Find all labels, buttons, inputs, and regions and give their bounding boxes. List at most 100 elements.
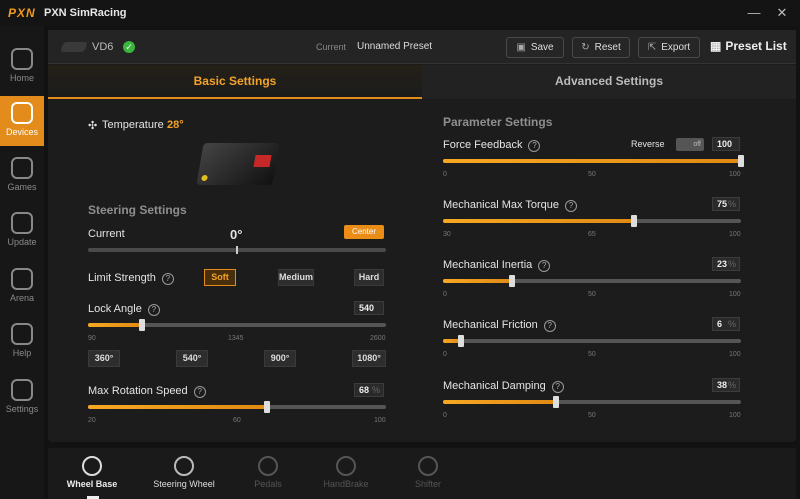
- reset-button[interactable]: ↻ Reset: [572, 37, 630, 58]
- connected-check-icon: ✓: [123, 41, 135, 53]
- max-rotation-speed-label: Max Rotation Speed?: [88, 385, 206, 398]
- tick-max: 100: [729, 351, 741, 358]
- help-icon[interactable]: ?: [528, 140, 541, 152]
- reverse-toggle[interactable]: off: [676, 138, 704, 151]
- param-slider[interactable]: [443, 215, 741, 227]
- lock-angle-label: Lock Angle?: [88, 303, 160, 316]
- close-button[interactable]: ✕: [772, 3, 792, 23]
- sidebar-item-label: Devices: [5, 127, 38, 137]
- sidebar-item-label: Update: [7, 237, 37, 247]
- sidebar-item-games[interactable]: Games: [0, 151, 44, 201]
- save-button[interactable]: ▣ Save: [506, 37, 564, 58]
- max-rotation-speed-slider[interactable]: [88, 401, 386, 413]
- export-icon: ⇱: [647, 42, 657, 53]
- param-slider[interactable]: [443, 396, 741, 408]
- slider-handle[interactable]: [738, 155, 744, 167]
- tick-mid: 60: [233, 417, 241, 424]
- tab-advanced-settings[interactable]: Advanced Settings: [422, 65, 796, 99]
- param-label: Mechanical Inertia?: [443, 259, 551, 272]
- tick-max: 100: [729, 171, 741, 178]
- temperature-icon: ✣: [88, 120, 98, 132]
- help-icon[interactable]: ?: [161, 273, 174, 285]
- temperature-value: 28°: [167, 119, 184, 131]
- slider-handle[interactable]: [138, 319, 145, 331]
- lock-900-button[interactable]: 900°: [264, 350, 296, 367]
- param-value[interactable]: 6%: [712, 317, 740, 331]
- device-toolbar: VD6 ✓ Current Unnamed Preset ▣ Save ↻ Rese…: [48, 30, 796, 64]
- slider-handle[interactable]: [457, 335, 464, 347]
- help-icon[interactable]: ?: [543, 320, 556, 332]
- help-icon[interactable]: ?: [564, 200, 577, 212]
- param-value[interactable]: 100: [712, 137, 740, 151]
- parameter-settings-title: Parameter Settings: [443, 115, 553, 129]
- param-value[interactable]: 75%: [712, 197, 740, 211]
- limit-hard-button[interactable]: Hard: [354, 269, 384, 286]
- param-slider[interactable]: [443, 335, 741, 347]
- slider-handle[interactable]: [508, 275, 515, 287]
- sidebar-item-label: Settings: [5, 404, 39, 414]
- pedals-icon: [258, 456, 278, 476]
- max-rotation-speed-value[interactable]: 68%: [354, 383, 384, 397]
- lock-angle-value[interactable]: 540: [354, 301, 384, 315]
- help-icon[interactable]: ?: [147, 304, 160, 316]
- lock-angle-slider[interactable]: [88, 319, 386, 331]
- tab-steering-wheel[interactable]: Steering Wheel: [144, 448, 224, 499]
- slider-handle[interactable]: [630, 215, 637, 227]
- sidebar-item-update[interactable]: Update: [0, 206, 44, 256]
- param-label: Mechanical Max Torque?: [443, 199, 577, 212]
- param-slider[interactable]: [443, 155, 744, 167]
- lock-540-button[interactable]: 540°: [176, 350, 208, 367]
- lock-360-button[interactable]: 360°: [88, 350, 120, 367]
- grid-icon: ▦: [710, 39, 722, 53]
- wheel-base-image: [196, 143, 280, 185]
- tab-pedals[interactable]: Pedals: [228, 448, 308, 499]
- limit-medium-button[interactable]: Medium: [278, 269, 314, 286]
- slider-fill: [443, 279, 512, 283]
- tick-max: 100: [729, 231, 741, 238]
- sidebar-item-home[interactable]: Home: [0, 42, 44, 92]
- slider-handle[interactable]: [553, 396, 560, 408]
- sidebar-item-devices[interactable]: Devices: [0, 96, 44, 146]
- param-label: Mechanical Friction?: [443, 319, 556, 332]
- app-title: PXN SimRacing: [44, 7, 127, 19]
- tick-mid: 1345: [228, 335, 244, 342]
- help-icon[interactable]: ?: [538, 260, 551, 272]
- gamepad-icon: [11, 157, 33, 179]
- tab-wheel-base[interactable]: Wheel Base: [52, 448, 132, 499]
- param-value[interactable]: 38%: [712, 378, 740, 392]
- tick-max: 100: [374, 417, 386, 424]
- tick-min: 0: [443, 351, 447, 358]
- sidebar-item-help[interactable]: Help: [0, 317, 44, 367]
- pxn-logo: PXN: [8, 6, 36, 20]
- home-icon: [11, 48, 33, 70]
- lock-1080-button[interactable]: 1080°: [352, 350, 386, 367]
- export-button[interactable]: ⇱ Export: [638, 37, 700, 58]
- steering-settings-title: Steering Settings: [88, 203, 187, 217]
- help-icon: [11, 323, 33, 345]
- wheel-base-icon: [60, 42, 88, 52]
- settings-tabs: Basic Settings Advanced Settings: [48, 65, 796, 99]
- sidebar: Home Devices Games Update Arena Help Set…: [0, 26, 44, 499]
- sidebar-item-settings[interactable]: Settings: [0, 373, 44, 423]
- param-value[interactable]: 23%: [712, 257, 740, 271]
- preset-list-button[interactable]: ▦ Preset List: [710, 39, 787, 53]
- tick-min: 30: [443, 231, 451, 238]
- basic-settings-panel: ✣ Temperature 28° Steering Settings Curr…: [48, 99, 422, 442]
- slider-fill: [88, 405, 267, 409]
- tick-min: 0: [443, 171, 447, 178]
- help-icon[interactable]: ?: [551, 381, 564, 393]
- sidebar-item-arena[interactable]: Arena: [0, 262, 44, 312]
- sidebar-item-label: Home: [9, 73, 34, 83]
- title-bar: PXN PXN SimRacing — ✕: [0, 0, 800, 26]
- slider-handle[interactable]: [263, 401, 270, 413]
- tab-shifter[interactable]: Shifter: [388, 448, 468, 499]
- minimize-button[interactable]: —: [744, 3, 764, 23]
- gear-icon: [11, 379, 33, 401]
- tab-handbrake[interactable]: HandBrake: [306, 448, 386, 499]
- reverse-label: Reverse: [631, 139, 665, 149]
- help-icon[interactable]: ?: [193, 386, 206, 398]
- center-button[interactable]: Center: [344, 225, 384, 239]
- limit-soft-button[interactable]: Soft: [204, 269, 236, 286]
- tab-basic-settings[interactable]: Basic Settings: [48, 65, 422, 99]
- param-slider[interactable]: [443, 275, 741, 287]
